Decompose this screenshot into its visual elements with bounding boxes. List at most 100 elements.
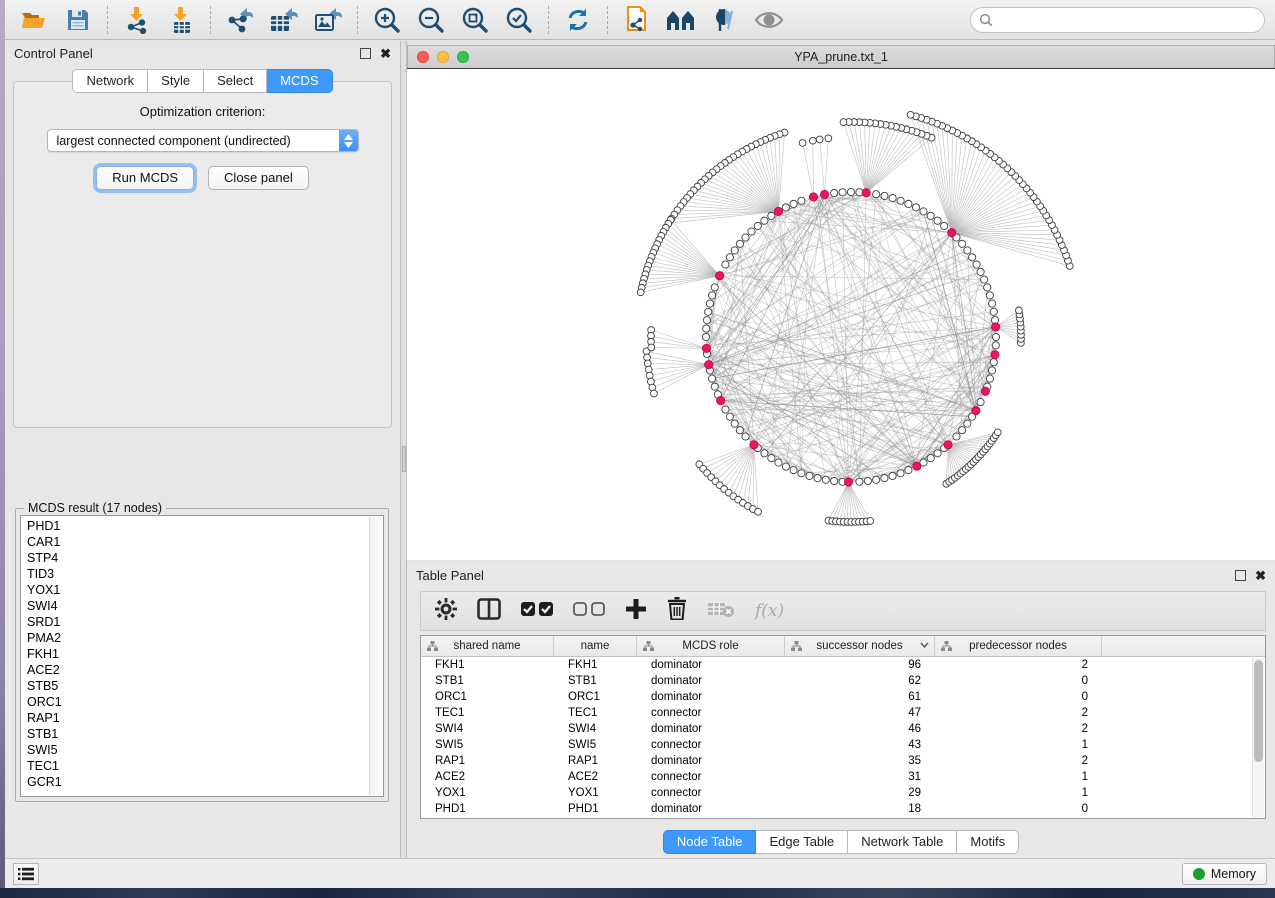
vertical-splitter[interactable]: [400, 41, 407, 858]
column-header-shared-name[interactable]: shared name: [421, 636, 554, 656]
close-icon[interactable]: ✖: [1255, 569, 1266, 582]
search-input[interactable]: [998, 13, 1256, 27]
mcds-result-node[interactable]: ORC1: [27, 694, 363, 710]
result-scrollbar[interactable]: [369, 517, 382, 795]
table-settings-icon[interactable]: [435, 598, 457, 625]
splitter-grip[interactable]: [402, 446, 406, 472]
mcds-result-node[interactable]: FKH1: [27, 646, 363, 662]
table-row[interactable]: YOX1YOX1connector291: [421, 785, 1265, 801]
table-row[interactable]: SWI5SWI5connector431: [421, 737, 1265, 753]
mcds-result-node[interactable]: TEC1: [27, 758, 363, 774]
import-network-icon[interactable]: [118, 4, 156, 36]
control-panel-tabs: NetworkStyleSelectMCDS: [5, 69, 400, 93]
search-box[interactable]: [970, 7, 1265, 33]
import-table-icon[interactable]: [162, 4, 200, 36]
cell-predecessors: 2: [935, 755, 1102, 767]
mcds-result-list[interactable]: PHD1CAR1STP4TID3YOX1SWI4SRD1PMA2FKH1ACE2…: [20, 515, 384, 797]
table-scrollbar[interactable]: [1252, 658, 1264, 817]
table-row[interactable]: STB1STB1dominator620: [421, 673, 1265, 689]
close-icon[interactable]: ✖: [380, 47, 391, 60]
tab-edge-table[interactable]: Edge Table: [756, 830, 848, 854]
cell-name: YOX1: [554, 787, 637, 799]
float-window-icon[interactable]: [360, 48, 371, 59]
cell-role: connector: [637, 771, 785, 783]
cell-role: dominator: [637, 659, 785, 671]
tab-style[interactable]: Style: [148, 69, 204, 93]
tab-motifs[interactable]: Motifs: [957, 830, 1019, 854]
mcds-result-node[interactable]: RAP1: [27, 710, 363, 726]
zoom-out-icon[interactable]: [412, 4, 450, 36]
first-neighbors-icon[interactable]: [662, 4, 700, 36]
mcds-result-node[interactable]: TID3: [27, 566, 363, 582]
tab-select[interactable]: Select: [204, 69, 267, 93]
table-scrollbar-thumb[interactable]: [1254, 660, 1263, 762]
memory-button[interactable]: Memory: [1182, 863, 1267, 885]
mcds-result-node[interactable]: SRD1: [27, 614, 363, 630]
mcds-result-node[interactable]: CAR1: [27, 534, 363, 550]
export-table-icon[interactable]: [265, 4, 303, 36]
cell-shared-name: SWI5: [421, 739, 554, 751]
cell-role: dominator: [637, 691, 785, 703]
mcds-result-node[interactable]: YOX1: [27, 582, 363, 598]
delete-column-icon[interactable]: [667, 597, 687, 625]
refresh-icon[interactable]: [559, 4, 597, 36]
save-icon[interactable]: [59, 4, 97, 36]
cell-successors: 35: [785, 755, 935, 767]
table-panel-tabs: Node TableEdge TableNetwork TableMotifs: [407, 830, 1275, 854]
zoom-selected-icon[interactable]: [500, 4, 538, 36]
table-row[interactable]: PHD1PHD1dominator180: [421, 801, 1265, 817]
mcds-result-node[interactable]: STP4: [27, 550, 363, 566]
table-row[interactable]: RAP1RAP1dominator352: [421, 753, 1265, 769]
close-panel-button[interactable]: Close panel: [208, 166, 309, 190]
new-network-from-selection-icon[interactable]: [618, 4, 656, 36]
tab-mcds[interactable]: MCDS: [267, 69, 332, 93]
column-header-predecessor-nodes[interactable]: predecessor nodes: [935, 636, 1102, 656]
mcds-result-node[interactable]: STB5: [27, 678, 363, 694]
main-toolbar: [5, 0, 1275, 40]
mcds-result-node[interactable]: STB1: [27, 726, 363, 742]
float-window-icon[interactable]: [1235, 570, 1246, 581]
task-history-button[interactable]: [13, 863, 39, 885]
column-header-successor-nodes[interactable]: successor nodes: [785, 636, 935, 656]
add-column-icon[interactable]: [625, 598, 647, 625]
mcds-panel: Optimization criterion: largest connecte…: [13, 81, 392, 428]
open-file-icon[interactable]: [15, 4, 53, 36]
optimization-criterion-select[interactable]: largest connected component (undirected): [47, 129, 359, 152]
cell-shared-name: PHD1: [421, 803, 554, 815]
select-all-icon[interactable]: [521, 600, 553, 623]
network-window-title: YPA_prune.txt_1: [408, 50, 1274, 64]
table-row[interactable]: ORC1ORC1dominator610: [421, 689, 1265, 705]
cell-predecessors: 2: [935, 659, 1102, 671]
graphics-details-icon[interactable]: [706, 4, 744, 36]
column-header-name[interactable]: name: [554, 636, 637, 656]
export-image-icon[interactable]: [309, 4, 347, 36]
cell-shared-name: ORC1: [421, 691, 554, 703]
table-row[interactable]: TEC1TEC1connector472: [421, 705, 1265, 721]
delete-table-icon: [707, 600, 735, 623]
tab-network[interactable]: Network: [72, 69, 148, 93]
table-row[interactable]: FKH1FKH1dominator962: [421, 657, 1265, 673]
cell-predecessors: 1: [935, 787, 1102, 799]
mcds-result-node[interactable]: PMA2: [27, 630, 363, 646]
mcds-result-node[interactable]: SWI4: [27, 598, 363, 614]
run-mcds-button[interactable]: Run MCDS: [96, 166, 194, 190]
deselect-all-icon[interactable]: [573, 600, 605, 623]
show-hide-details-icon[interactable]: [750, 4, 788, 36]
tab-node-table[interactable]: Node Table: [663, 830, 757, 854]
mcds-result-node[interactable]: PHD1: [27, 518, 363, 534]
export-network-icon[interactable]: [221, 4, 259, 36]
zoom-in-icon[interactable]: [368, 4, 406, 36]
network-window-titlebar[interactable]: YPA_prune.txt_1: [407, 45, 1275, 68]
mcds-result-node[interactable]: ACE2: [27, 662, 363, 678]
column-header-mcds-role[interactable]: MCDS role: [637, 636, 785, 656]
network-canvas[interactable]: [407, 68, 1275, 560]
zoom-fit-icon[interactable]: [456, 4, 494, 36]
cell-shared-name: FKH1: [421, 659, 554, 671]
tab-network-table[interactable]: Network Table: [848, 830, 957, 854]
table-toolbar: f(x): [420, 591, 1266, 631]
table-row[interactable]: SWI4SWI4dominator462: [421, 721, 1265, 737]
mcds-result-node[interactable]: SWI5: [27, 742, 363, 758]
columns-icon[interactable]: [477, 598, 501, 625]
table-row[interactable]: ACE2ACE2connector311: [421, 769, 1265, 785]
mcds-result-node[interactable]: GCR1: [27, 774, 363, 790]
